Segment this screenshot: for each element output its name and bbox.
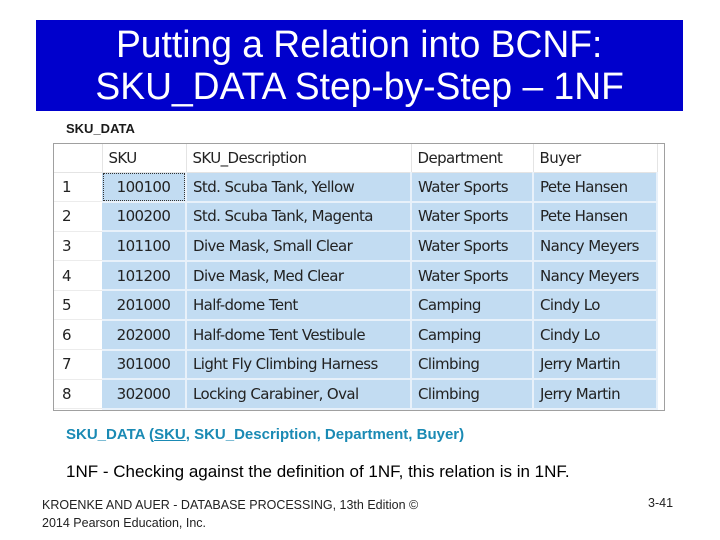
relation-prefix: SKU_DATA ( <box>66 426 155 443</box>
description-cell[interactable]: Dive Mask, Med Clear <box>186 260 412 292</box>
description-cell[interactable]: Std. Scuba Tank, Magenta <box>186 201 412 233</box>
sku-cell[interactable]: 100200 <box>102 201 187 233</box>
row-number: 3 <box>54 231 102 262</box>
department-cell[interactable]: Water Sports <box>411 231 534 262</box>
sku-cell[interactable]: 302000 <box>102 379 187 410</box>
buyer-cell[interactable]: Pete Hansen <box>533 201 658 233</box>
description-cell[interactable]: Light Fly Climbing Harness <box>186 349 412 381</box>
sku-data-table: SKU SKU_Description Department Buyer 1 10… <box>54 144 658 410</box>
table-row[interactable]: 4 101200 Dive Mask, Med Clear Water Sports N… <box>54 260 658 292</box>
department-cell[interactable]: Water Sports <box>411 201 534 233</box>
buyer-cell[interactable]: Jerry Martin <box>533 349 658 381</box>
row-number: 5 <box>54 290 102 321</box>
title-banner: Putting a Relation into BCNF: SKU_DATA S… <box>36 20 683 111</box>
footer-citation: KROENKE AND AUER - DATABASE PROCESSING, … <box>42 496 482 532</box>
table-row[interactable]: 7 301000 Light Fly Climbing Harness Climbin… <box>54 349 658 381</box>
table-row[interactable]: 1 100100 Std. Scuba Tank, Yellow Water Spor… <box>54 172 658 203</box>
buyer-cell[interactable]: Nancy Meyers <box>533 231 658 262</box>
buyer-cell[interactable]: Pete Hansen <box>533 172 658 203</box>
department-cell[interactable]: Water Sports <box>411 172 534 203</box>
sku-cell[interactable]: 100100 <box>102 172 187 203</box>
table-row[interactable]: 5 201000 Half-dome Tent Camping Cindy Lo <box>54 290 658 321</box>
sku-cell[interactable]: 101100 <box>102 231 187 262</box>
buyer-cell[interactable]: Jerry Martin <box>533 379 658 410</box>
results-grid: SKU SKU_Description Department Buyer 1 10… <box>53 143 665 411</box>
description-cell[interactable]: Dive Mask, Small Clear <box>186 231 412 262</box>
description-cell[interactable]: Half-dome Tent Vestibule <box>186 319 412 351</box>
slide-title-line-2: SKU_DATA Step-by-Step – 1NF <box>95 65 624 108</box>
slide-title-line-1: Putting a Relation into BCNF: <box>116 23 603 66</box>
column-header-sku[interactable]: SKU <box>102 144 187 173</box>
row-number: 7 <box>54 349 102 380</box>
footer-line-2: 2014 Pearson Education, Inc. <box>42 516 207 530</box>
buyer-cell[interactable]: Cindy Lo <box>533 290 658 321</box>
page-number: 3-41 <box>648 496 674 510</box>
sku-cell[interactable]: 101200 <box>102 260 187 292</box>
description-cell[interactable]: Half-dome Tent <box>186 290 412 321</box>
table-row[interactable]: 3 101100 Dive Mask, Small Clear Water Sport… <box>54 231 658 262</box>
department-cell[interactable]: Camping <box>411 290 534 321</box>
description-cell[interactable]: Locking Carabiner, Oval <box>186 379 412 410</box>
row-number: 8 <box>54 379 102 410</box>
buyer-cell[interactable]: Cindy Lo <box>533 319 658 351</box>
row-number: 1 <box>54 172 102 203</box>
column-header-sku-description[interactable]: SKU_Description <box>186 144 412 173</box>
table-caption: SKU_DATA <box>66 121 135 136</box>
sku-cell[interactable]: 201000 <box>102 290 187 321</box>
column-header-rownum <box>54 144 103 173</box>
normal-form-statement: 1NF - Checking against the definition of… <box>66 462 570 481</box>
relation-attributes: , SKU_Description, Department, Buyer) <box>185 426 465 443</box>
column-header-department[interactable]: Department <box>411 144 534 173</box>
buyer-cell[interactable]: Nancy Meyers <box>533 260 658 292</box>
department-cell[interactable]: Climbing <box>411 349 534 381</box>
department-cell[interactable]: Water Sports <box>411 260 534 292</box>
column-header-buyer[interactable]: Buyer <box>533 144 658 173</box>
row-number: 4 <box>54 260 102 291</box>
row-number: 6 <box>54 319 102 351</box>
description-cell[interactable]: Std. Scuba Tank, Yellow <box>186 172 412 203</box>
row-number: 2 <box>54 201 102 232</box>
primary-key: SKU <box>154 426 186 443</box>
header-row: SKU SKU_Description Department Buyer <box>54 144 658 173</box>
footer-line-1: KROENKE AND AUER - DATABASE PROCESSING, … <box>42 498 419 512</box>
relation-schema: SKU_DATA (SKU, SKU_Description, Departme… <box>66 426 464 443</box>
department-cell[interactable]: Climbing <box>411 379 534 410</box>
table-row[interactable]: 8 302000 Locking Carabiner, Oval Climbing Je… <box>54 379 658 410</box>
sku-cell[interactable]: 202000 <box>102 319 187 351</box>
sku-cell[interactable]: 301000 <box>102 349 187 381</box>
table-row[interactable]: 2 100200 Std. Scuba Tank, Magenta Water Spo… <box>54 201 658 233</box>
department-cell[interactable]: Camping <box>411 319 534 351</box>
table-row[interactable]: 6 202000 Half-dome Tent Vestibule Camping Ci… <box>54 319 658 351</box>
